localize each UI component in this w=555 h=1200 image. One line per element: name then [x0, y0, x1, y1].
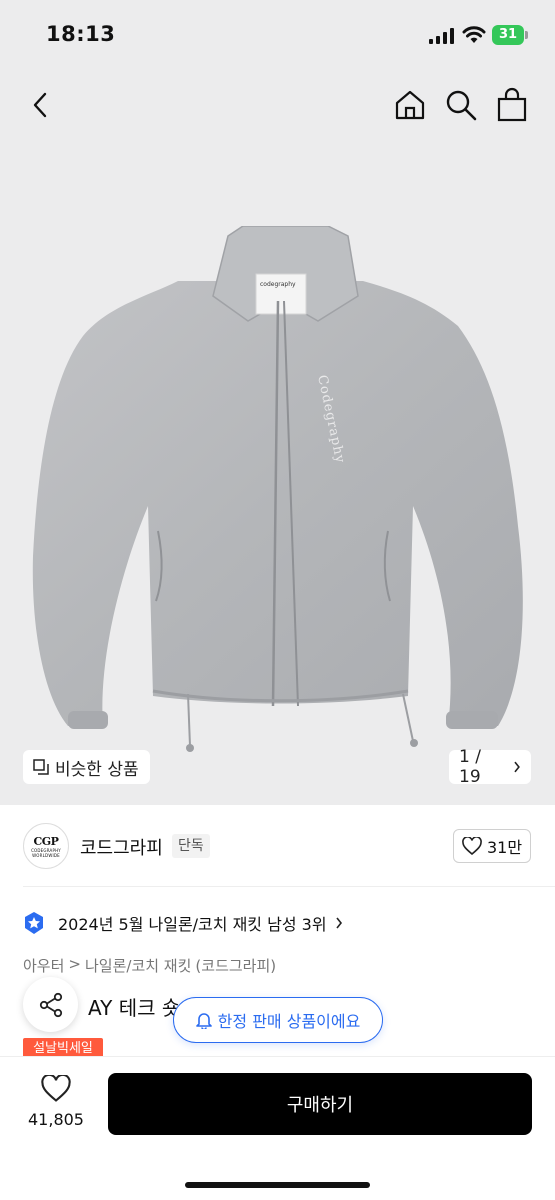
limited-sale-notice: 한정 판매 상품이에요: [173, 997, 383, 1043]
battery-icon: 31: [492, 25, 528, 45]
battery-level: 31: [492, 25, 524, 45]
back-arrow-icon[interactable]: [24, 88, 58, 122]
brand-name[interactable]: 코드그라피: [80, 834, 163, 860]
bottom-purchase-bar: 41,805 구매하기: [0, 1056, 555, 1200]
brand-like-count: 31만: [486, 838, 523, 857]
page-indicator-text: 1 / 19: [459, 747, 481, 787]
battery-cap: [525, 31, 528, 39]
heart-outline-icon: [41, 1073, 71, 1102]
breadcrumb-brand[interactable]: (코드그라피): [195, 955, 276, 976]
search-icon[interactable]: [444, 88, 478, 122]
chevron-right-icon: [514, 761, 521, 773]
breadcrumb: 아우터 > 나일론/코치 재킷 (코드그라피): [23, 955, 276, 976]
share-icon: [39, 992, 62, 1017]
share-button[interactable]: [23, 977, 78, 1032]
ranking-link[interactable]: 2024년 5월 나일론/코치 재킷 남성 3위: [23, 907, 343, 939]
brand-logo-subtext: CODEGRAPHY WORLDWIDE: [31, 847, 61, 858]
brand-logo[interactable]: CGP CODEGRAPHY WORLDWIDE: [23, 823, 69, 869]
buy-button[interactable]: 구매하기: [108, 1073, 532, 1135]
brand-logo-text: CGP: [33, 834, 59, 848]
similar-products-label: 비슷한 상품: [55, 759, 139, 780]
heart-outline-icon: [462, 837, 482, 855]
status-time: 18:13: [46, 22, 116, 46]
similar-products-button[interactable]: 비슷한 상품: [23, 750, 150, 784]
cellular-signal-icon: [429, 28, 454, 44]
product-title: AY 테크 숏: [88, 992, 180, 1021]
product-title-text: AY 테크 숏: [88, 996, 181, 1020]
wifi-icon: [462, 26, 486, 43]
home-icon[interactable]: [393, 88, 427, 122]
shopping-bag-icon[interactable]: [495, 87, 529, 123]
limited-sale-text: 한정 판매 상품이에요: [217, 1012, 361, 1031]
wishlist-count: 41,805: [28, 1110, 84, 1129]
image-page-indicator[interactable]: 1 / 19: [449, 747, 531, 787]
brand-row: CGP CODEGRAPHY WORLDWIDE 코드그라피 단독 31만: [0, 818, 555, 874]
breadcrumb-nylon-coach-jacket[interactable]: 나일론/코치 재킷: [85, 955, 191, 976]
bell-icon: [195, 1013, 212, 1029]
status-bar: 18:13 31: [0, 0, 555, 70]
jacket-product-image: codegraphy Codegraphy: [32, 226, 523, 752]
home-indicator: [185, 1182, 370, 1188]
wishlist-button[interactable]: 41,805: [23, 1073, 89, 1129]
divider: [23, 886, 555, 887]
breadcrumb-outer[interactable]: 아우터: [23, 955, 64, 976]
exclusive-badge: 단독: [172, 834, 210, 858]
jacket-tag-label: codegraphy: [260, 281, 296, 288]
brand-like-button[interactable]: 31만: [453, 829, 531, 863]
ranking-badge-icon: [25, 912, 43, 934]
sale-badge: 설날빅세일: [23, 1038, 103, 1058]
similar-items-icon: [33, 759, 49, 775]
ranking-text: 2024년 5월 나일론/코치 재킷 남성 3위: [58, 915, 327, 934]
breadcrumb-separator: >: [68, 955, 81, 973]
chevron-right-icon: [335, 917, 342, 929]
